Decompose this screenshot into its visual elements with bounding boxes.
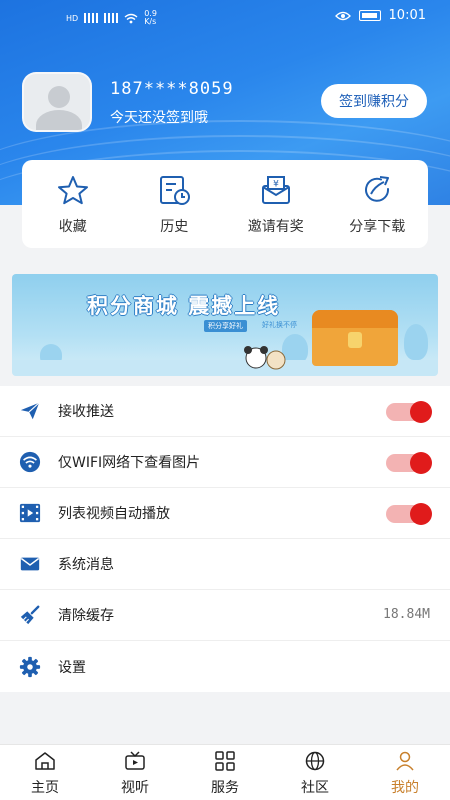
setting-label: 仅WIFI网络下查看图片 (58, 455, 201, 471)
quick-action-label: 收藏 (58, 219, 87, 235)
signal-icon (84, 13, 99, 23)
grid-icon (215, 751, 235, 771)
setting-receive-push[interactable]: 接收推送 (0, 386, 450, 437)
tab-mine[interactable]: 我的 (360, 745, 450, 800)
sign-status-text: 今天还没签到哦 (110, 110, 208, 126)
banner-title: 积分商城 震撼上线 (87, 294, 281, 318)
setting-label: 清除缓存 (58, 608, 114, 624)
sign-in-button[interactable]: 签到赚积分 (321, 84, 427, 118)
carrier-label: HD (66, 13, 79, 23)
avatar[interactable] (22, 72, 92, 132)
wifi-status-icon (124, 13, 138, 23)
setting-label: 接收推送 (58, 404, 114, 420)
svg-text:¥: ¥ (273, 180, 279, 190)
quick-action-label: 分享下载 (349, 219, 406, 235)
setting-icon-wrap (18, 399, 42, 423)
wifi-only-toggle[interactable] (386, 452, 432, 474)
setting-system-messages[interactable]: 系统消息 (0, 539, 450, 590)
treasure-chest-illustration (312, 310, 398, 366)
banner-tag: 好礼换不停 (262, 321, 297, 329)
eye-icon (334, 11, 351, 20)
wifi-icon (19, 451, 41, 473)
toggle-knob (410, 503, 432, 525)
net-speed-unit: K/s (144, 17, 157, 26)
quick-action-label: 历史 (160, 219, 189, 235)
setting-icon-wrap (18, 450, 42, 474)
history-icon (160, 176, 191, 205)
setting-autoplay-video[interactable]: 列表视频自动播放 (0, 488, 450, 539)
mail-icon (20, 557, 40, 571)
setting-label: 系统消息 (58, 557, 114, 573)
broom-icon (20, 605, 40, 625)
panda-illustration (244, 346, 286, 370)
net-speed: 0.9 K/s (144, 10, 157, 26)
signal-icon (104, 13, 119, 23)
push-toggle[interactable] (386, 401, 432, 423)
avatar-body-shape (36, 110, 82, 130)
autoplay-toggle[interactable] (386, 503, 432, 525)
status-right: 10:01 (334, 8, 426, 23)
tab-community[interactable]: 社区 (270, 745, 360, 800)
points-mall-banner[interactable]: 积分商城 震撼上线 积分享好礼 好礼换不停 (12, 274, 438, 376)
gear-icon (19, 656, 41, 677)
setting-icon-wrap (18, 501, 42, 525)
setting-icon-wrap (18, 552, 42, 576)
setting-label: 设置 (58, 659, 86, 676)
banner-tree-decoration (404, 324, 428, 360)
setting-preferences[interactable]: 设置 (0, 641, 450, 692)
invite-icon: ¥ (261, 176, 290, 204)
home-icon (35, 752, 55, 770)
setting-wifi-only-images[interactable]: 仅WIFI网络下查看图片 (0, 437, 450, 488)
setting-label: 列表视频自动播放 (58, 506, 170, 522)
tv-icon (125, 751, 145, 770)
bottom-tab-bar: 主页 视听 服务 社区 我的 (0, 744, 450, 800)
toggle-knob (410, 401, 432, 423)
tab-label: 主页 (31, 780, 59, 796)
setting-icon-wrap (18, 655, 42, 679)
tab-home[interactable]: 主页 (0, 745, 90, 800)
send-icon (20, 402, 40, 420)
battery-icon (358, 10, 381, 21)
toggle-knob (410, 452, 432, 474)
quick-action-favorites[interactable]: 收藏 (28, 174, 118, 248)
banner-tag: 积分享好礼 (204, 320, 247, 332)
share-icon (365, 176, 390, 202)
tab-label: 服务 (211, 780, 239, 796)
person-icon (396, 751, 414, 771)
quick-action-history[interactable]: 历史 (129, 174, 219, 248)
user-phone[interactable]: 187****8059 (110, 79, 234, 99)
quick-actions: 收藏 历史 ¥ 邀请有奖 分享下载 (22, 160, 428, 248)
video-icon (19, 503, 41, 523)
tab-services[interactable]: 服务 (180, 745, 270, 800)
tab-media[interactable]: 视听 (90, 745, 180, 800)
status-bar: HD 0.9 K/s 10:01 (0, 8, 450, 30)
quick-action-share[interactable]: 分享下载 (332, 174, 422, 248)
quick-action-invite[interactable]: ¥ 邀请有奖 (231, 174, 321, 248)
tab-label: 社区 (301, 780, 329, 796)
setting-icon-wrap (18, 603, 42, 627)
tab-label: 视听 (121, 780, 149, 796)
clock: 10:01 (388, 8, 426, 23)
settings-list: 接收推送 仅WIFI网络下查看图片 列表视频自动播放 系统消息 清除缓存 18.… (0, 386, 450, 692)
star-icon (57, 176, 88, 205)
status-left: HD 0.9 K/s (66, 10, 157, 26)
cache-size: 18.84M (383, 607, 430, 622)
avatar-head-shape (48, 86, 70, 108)
quick-action-label: 邀请有奖 (247, 219, 304, 235)
tab-label: 我的 (391, 780, 419, 796)
setting-clear-cache[interactable]: 清除缓存 18.84M (0, 590, 450, 641)
globe-icon (305, 751, 325, 771)
